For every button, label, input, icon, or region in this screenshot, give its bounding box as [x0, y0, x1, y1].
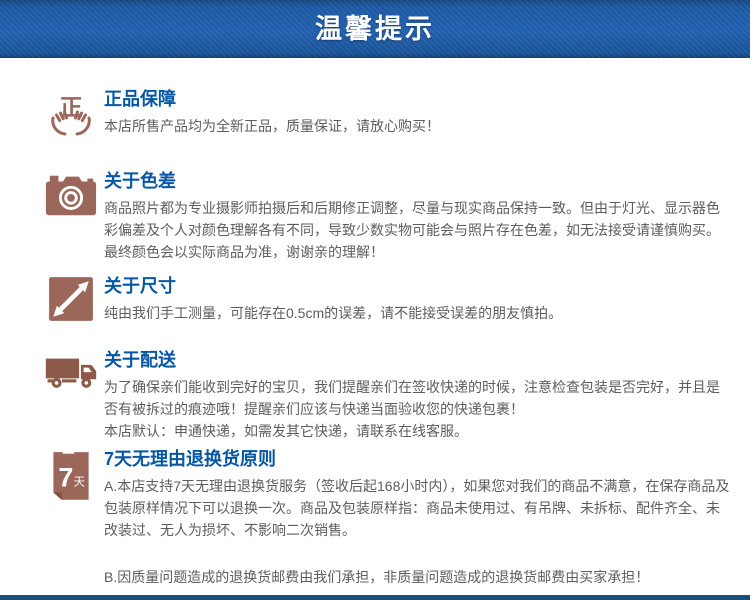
- calendar-unit: 天: [74, 476, 85, 488]
- size-arrow-icon: [44, 275, 98, 331]
- warm-tips-page: 温馨提示 正: [0, 0, 750, 604]
- tip-body-line: 本店默认：申通快递，如需发其它快递，请联系在线客服。: [104, 420, 732, 442]
- tip-title: 正品保障: [104, 88, 732, 110]
- tip-section-size: 关于尺寸 纯由我们手工测量，可能存在0.5cm的误差，请不能接受误差的朋友慎拍。: [44, 275, 732, 331]
- header-band: 温馨提示: [0, 0, 750, 58]
- tip-body-line: 商品照片都为专业摄影师拍摄后和后期修正调整，尽量与现实商品保持一致。但由于灯光、…: [104, 197, 732, 241]
- genuine-seal-icon: 正: [44, 88, 98, 144]
- tip-body-line: A.本店支持7天无理由退换货服务（签收后起168小时内），如果您对我们的商品不满…: [104, 475, 732, 541]
- tip-section-returns: 7 天 7天无理由退换货原则 A.本店支持7天无理由退换货服务（签收后起168小…: [44, 448, 732, 588]
- tip-title: 关于配送: [104, 349, 732, 371]
- tip-section-shipping: 关于配送 为了确保亲们能收到完好的宝贝，我们提醒亲们在签收快递的时候，注意检查包…: [44, 349, 732, 442]
- tip-body-line: 纯由我们手工测量，可能存在0.5cm的误差，请不能接受误差的朋友慎拍。: [104, 302, 732, 324]
- tip-body-line: B.因质量问题造成的退换货邮费由我们承担，非质量问题造成的退换货邮费由买家承担！: [104, 566, 732, 588]
- tip-title: 7天无理由退换货原则: [104, 448, 732, 470]
- tip-title: 关于色差: [104, 170, 732, 192]
- camera-icon: [44, 170, 98, 226]
- calendar-number: 7: [58, 462, 73, 492]
- tips-content: 正 正品保障 本店所售产品均为全新正品，质量保证，请放心购买！: [0, 58, 750, 588]
- tip-section-genuine: 正 正品保障 本店所售产品均为全新正品，质量保证，请放心购买！: [44, 88, 732, 144]
- tip-body-line: 最终颜色会以实际商品为准，谢谢亲的理解！: [104, 241, 732, 263]
- footer-divider: [0, 595, 750, 600]
- page-title: 温馨提示: [0, 0, 750, 58]
- calendar-7day-icon: 7 天: [44, 448, 98, 504]
- tip-body-line: 为了确保亲们能收到完好的宝贝，我们提醒亲们在签收快递的时候，注意检查包装是否完好…: [104, 376, 732, 420]
- truck-icon: [44, 349, 98, 405]
- tip-body-line: 本店所售产品均为全新正品，质量保证，请放心购买！: [104, 115, 732, 137]
- tip-title: 关于尺寸: [104, 275, 732, 297]
- tip-section-color: 关于色差 商品照片都为专业摄影师拍摄后和后期修正调整，尽量与现实商品保持一致。但…: [44, 170, 732, 263]
